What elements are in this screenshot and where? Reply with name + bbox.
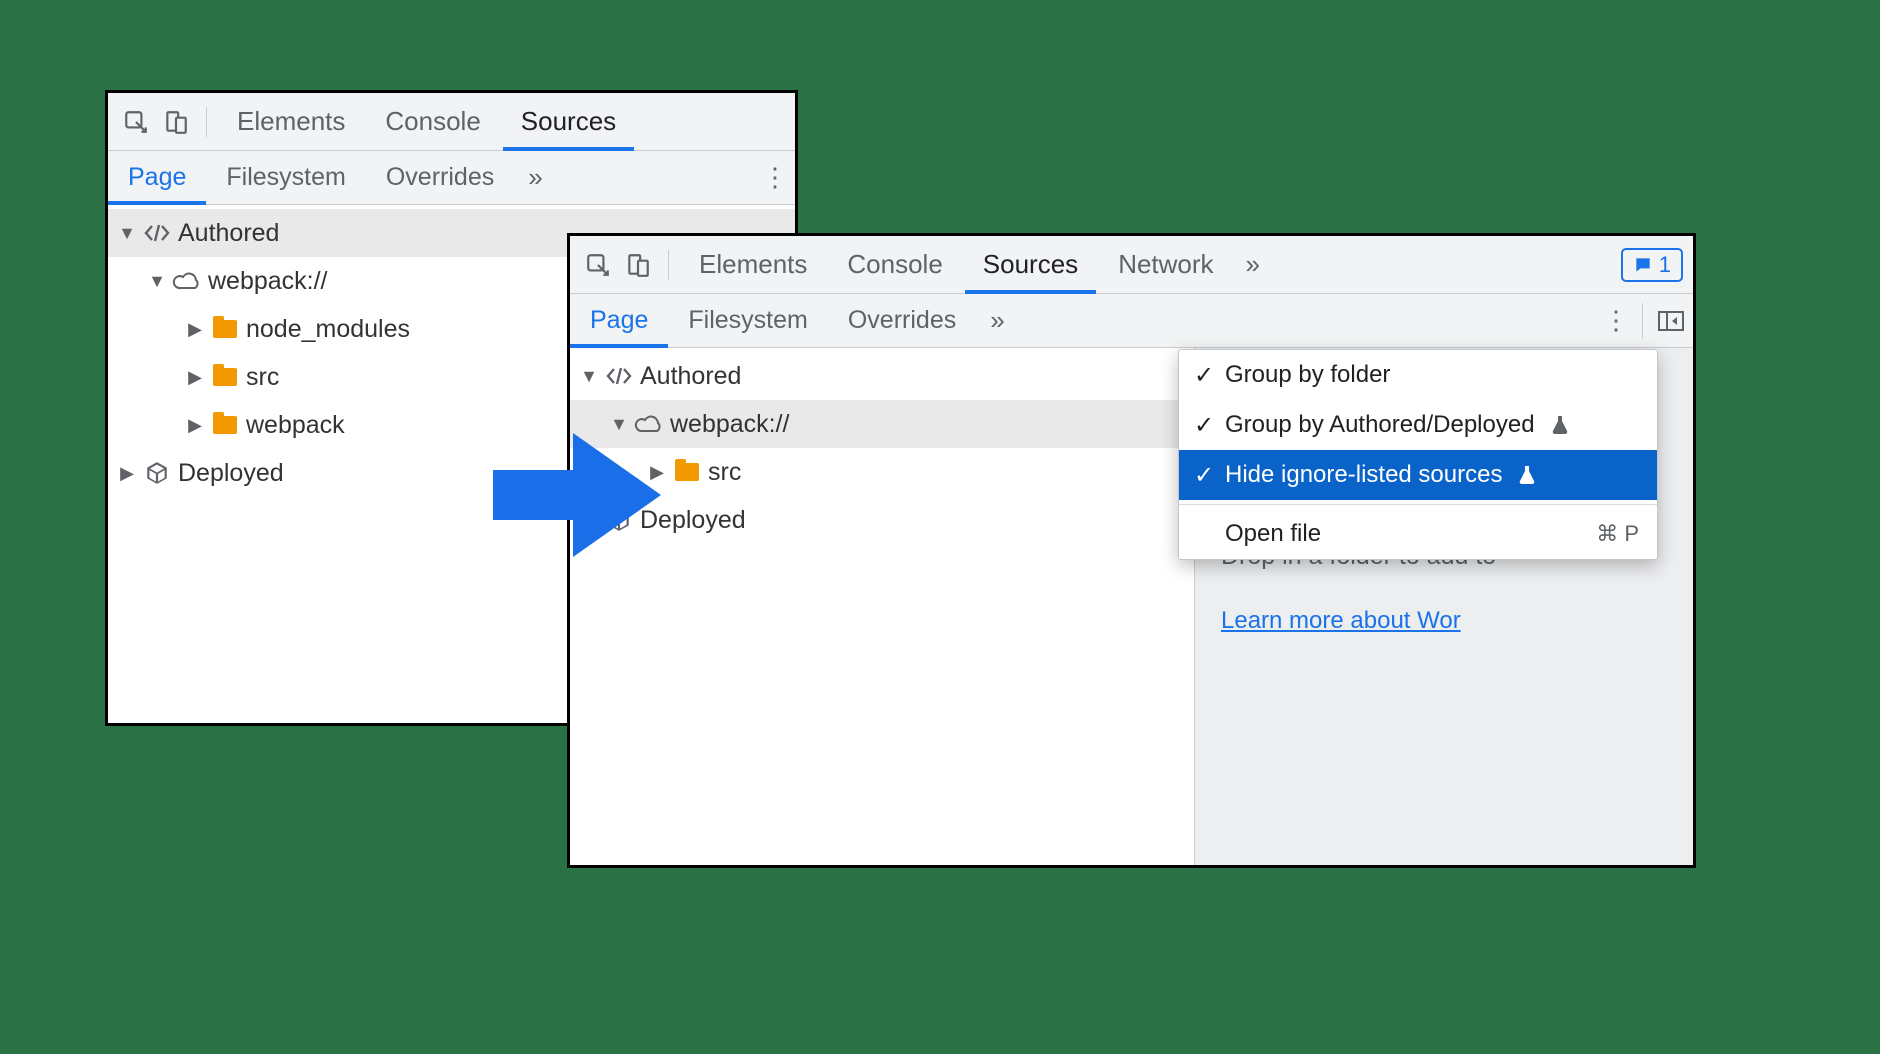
more-subtabs-icon[interactable]: » <box>514 162 556 193</box>
chevron-down-icon: ▼ <box>580 366 598 387</box>
device-toggle-icon[interactable] <box>620 247 656 283</box>
tree-src[interactable]: ▶ src <box>570 448 1194 496</box>
chevron-right-icon: ▶ <box>118 463 136 484</box>
subtab-overrides[interactable]: Overrides <box>366 151 514 205</box>
top-tabbar: Elements Console Sources <box>108 93 795 151</box>
inspect-icon[interactable] <box>580 247 616 283</box>
chevron-down-icon: ▼ <box>148 271 166 292</box>
tab-sources[interactable]: Sources <box>503 93 634 151</box>
cloud-icon <box>172 271 202 291</box>
tab-sources[interactable]: Sources <box>965 236 1096 294</box>
tab-elements[interactable]: Elements <box>681 236 825 294</box>
check-icon: ✓ <box>1193 411 1215 440</box>
tree-authored[interactable]: ▼ Authored <box>570 352 1194 400</box>
check-icon: ✓ <box>1193 461 1215 490</box>
menu-label: Group by folder <box>1225 361 1390 389</box>
tree-label: Authored <box>640 362 741 391</box>
tree-label: node_modules <box>246 315 410 344</box>
subtab-filesystem[interactable]: Filesystem <box>668 294 827 348</box>
message-icon <box>1633 255 1653 275</box>
check-icon: ✓ <box>1193 361 1215 390</box>
folder-icon <box>672 463 702 481</box>
subtab-filesystem[interactable]: Filesystem <box>206 151 365 205</box>
subtab-page[interactable]: Page <box>570 294 668 348</box>
tab-elements[interactable]: Elements <box>219 93 363 151</box>
tree-webpack-root[interactable]: ▼ webpack:// <box>570 400 1194 448</box>
kebab-menu-icon[interactable]: ⋮ <box>755 162 795 193</box>
file-tree: ▼ Authored ▼ webpack:// ▶ src ▶ <box>570 348 1195 865</box>
menu-group-by-folder[interactable]: ✓ Group by folder <box>1179 350 1657 400</box>
more-tabs-icon[interactable]: » <box>1236 249 1270 280</box>
menu-group-by-authored-deployed[interactable]: ✓ Group by Authored/Deployed <box>1179 400 1657 450</box>
inspect-icon[interactable] <box>118 104 154 140</box>
sidebar-toggle-icon[interactable] <box>1649 310 1693 332</box>
flask-icon <box>1518 465 1536 485</box>
menu-label: Open file <box>1225 520 1321 548</box>
sources-subtabs: Page Filesystem Overrides » ⋮ <box>570 294 1693 348</box>
issues-badge[interactable]: 1 <box>1621 248 1683 282</box>
sources-options-menu: ✓ Group by folder ✓ Group by Authored/De… <box>1178 349 1658 560</box>
chevron-down-icon: ▼ <box>118 223 136 244</box>
chevron-right-icon: ▶ <box>186 415 204 436</box>
tab-console[interactable]: Console <box>829 236 960 294</box>
sources-body: ▼ Authored ▼ webpack:// ▶ src ▶ <box>570 348 1693 865</box>
menu-shortcut: ⌘ P <box>1596 521 1639 547</box>
tree-label: Deployed <box>178 459 284 488</box>
tree-label: src <box>708 458 741 487</box>
box-icon <box>142 460 172 486</box>
tree-label: src <box>246 363 279 392</box>
separator <box>668 250 669 280</box>
tree-deployed[interactable]: ▶ Deployed <box>570 496 1194 544</box>
device-toggle-icon[interactable] <box>158 104 194 140</box>
tree-label: webpack:// <box>208 267 328 296</box>
folder-icon <box>210 368 240 386</box>
kebab-menu-icon[interactable]: ⋮ <box>1596 305 1636 336</box>
tab-console[interactable]: Console <box>367 93 498 151</box>
tree-label: webpack <box>246 411 345 440</box>
chevron-right-icon: ▶ <box>186 319 204 340</box>
arrow-icon <box>493 425 663 565</box>
code-icon <box>604 366 634 386</box>
menu-separator <box>1179 504 1657 505</box>
menu-label: Hide ignore-listed sources <box>1225 461 1502 489</box>
menu-label: Group by Authored/Deployed <box>1225 411 1535 439</box>
flask-icon <box>1551 415 1569 435</box>
folder-icon <box>210 416 240 434</box>
subtab-overrides[interactable]: Overrides <box>828 294 976 348</box>
folder-icon <box>210 320 240 338</box>
menu-open-file[interactable]: Open file ⌘ P <box>1179 509 1657 559</box>
more-subtabs-icon[interactable]: » <box>976 305 1018 336</box>
tree-label: Authored <box>178 219 279 248</box>
devtools-panel-after: Elements Console Sources Network » 1 Pag… <box>567 233 1696 868</box>
separator <box>206 107 207 137</box>
menu-hide-ignore-listed[interactable]: ✓ Hide ignore-listed sources <box>1179 450 1657 500</box>
tab-network[interactable]: Network <box>1100 236 1231 294</box>
chevron-right-icon: ▶ <box>186 367 204 388</box>
separator <box>1642 303 1643 339</box>
tree-label: webpack:// <box>670 410 790 439</box>
sources-subtabs: Page Filesystem Overrides » ⋮ <box>108 151 795 205</box>
top-tabbar: Elements Console Sources Network » 1 <box>570 236 1693 294</box>
issues-count: 1 <box>1659 252 1671 278</box>
code-icon <box>142 223 172 243</box>
learn-more-link[interactable]: Learn more about Wor <box>1221 607 1461 634</box>
subtab-page[interactable]: Page <box>108 151 206 205</box>
